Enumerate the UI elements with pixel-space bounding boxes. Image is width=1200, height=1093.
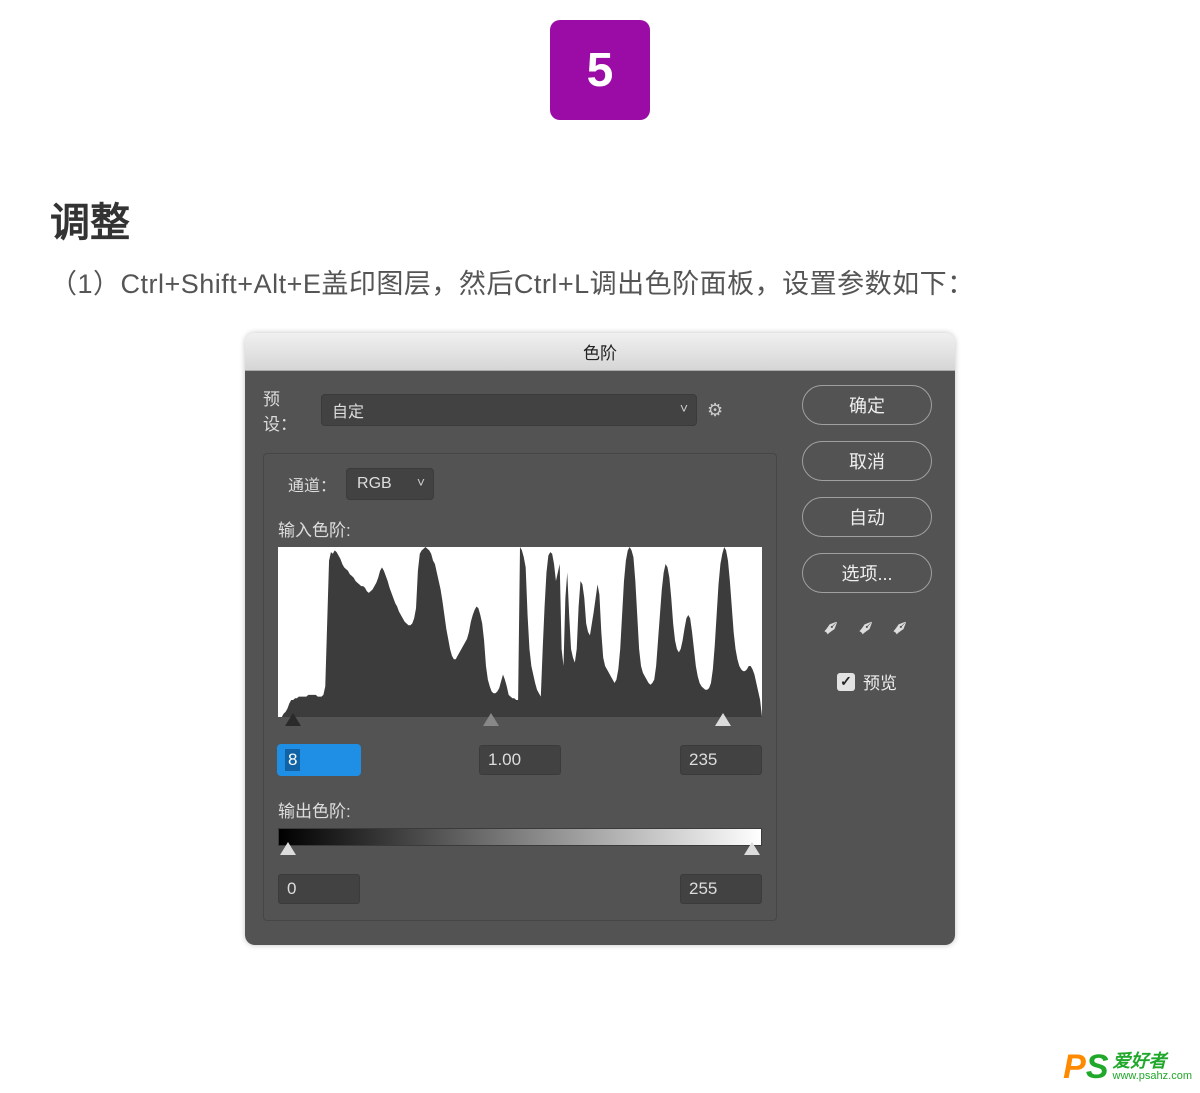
dialog-left-column: 预设： 自定 ⚙ 通道： RGB 输入色阶: xyxy=(263,385,777,921)
output-low-handle[interactable] xyxy=(280,842,296,855)
highlight-input[interactable]: 235 xyxy=(680,745,762,775)
input-levels-label: 输入色阶: xyxy=(278,516,762,541)
output-high-handle[interactable] xyxy=(744,842,760,855)
dialog-title: 色阶 xyxy=(245,333,955,371)
preview-label: 预览 xyxy=(863,669,897,694)
channel-select[interactable]: RGB xyxy=(346,468,434,500)
output-low-input[interactable]: 0 xyxy=(278,874,360,904)
levels-fieldset: 通道： RGB 输入色阶: 8 1.00 235 xyxy=(263,453,777,921)
options-button[interactable]: 选项... xyxy=(802,553,932,593)
ok-button[interactable]: 确定 xyxy=(802,385,932,425)
preset-row: 预设： 自定 ⚙ xyxy=(263,385,777,435)
output-values-row: 0 255 xyxy=(278,874,762,904)
preset-value: 自定 xyxy=(332,398,364,422)
input-slider-track[interactable] xyxy=(278,715,762,731)
gray-point-eyedropper-icon[interactable]: ✒ xyxy=(851,612,882,643)
dialog-right-column: 确定 取消 自动 选项... ✒ ✒ ✒ ✓ 预览 xyxy=(797,385,937,921)
shadow-input[interactable]: 8 xyxy=(278,745,360,775)
histogram-chart xyxy=(278,547,762,717)
midtone-input[interactable]: 1.00 xyxy=(479,745,561,775)
gear-icon[interactable]: ⚙ xyxy=(707,400,723,421)
channel-value: RGB xyxy=(357,475,392,493)
step-number-badge: 5 xyxy=(550,20,650,120)
channel-row: 通道： RGB xyxy=(278,468,762,500)
midtone-slider-handle[interactable] xyxy=(483,713,499,726)
preview-row[interactable]: ✓ 预览 xyxy=(837,669,897,694)
white-point-eyedropper-icon[interactable]: ✒ xyxy=(886,612,917,643)
output-slider-track[interactable] xyxy=(278,844,762,860)
levels-dialog: 色阶 预设： 自定 ⚙ 通道： RGB 输入色阶: xyxy=(245,333,955,945)
highlight-slider-handle[interactable] xyxy=(715,713,731,726)
watermark-logo: PS xyxy=(1063,1048,1108,1087)
preview-checkbox[interactable]: ✓ xyxy=(837,673,855,691)
histogram-svg xyxy=(278,547,762,717)
output-high-input[interactable]: 255 xyxy=(680,874,762,904)
preset-select[interactable]: 自定 xyxy=(321,394,697,426)
black-point-eyedropper-icon[interactable]: ✒ xyxy=(817,612,848,643)
channel-label: 通道： xyxy=(288,472,336,496)
step-number: 5 xyxy=(587,43,614,98)
watermark: PS 爱好者 www.psahz.com xyxy=(1063,1048,1192,1087)
cancel-button[interactable]: 取消 xyxy=(802,441,932,481)
shadow-slider-handle[interactable] xyxy=(285,713,301,726)
preset-label: 预设： xyxy=(263,385,311,435)
dialog-body: 预设： 自定 ⚙ 通道： RGB 输入色阶: xyxy=(245,371,955,945)
output-levels-label: 输出色阶: xyxy=(278,797,762,822)
instruction-text: （1）Ctrl+Shift+Alt+E盖印图层，然后Ctrl+L调出色阶面板，设… xyxy=(50,262,1200,301)
watermark-cn: 爱好者 xyxy=(1113,1052,1192,1071)
input-values-row: 8 1.00 235 xyxy=(278,745,762,775)
section-heading: 调整 xyxy=(50,190,1200,248)
eyedropper-row: ✒ ✒ ✒ xyxy=(823,615,910,641)
auto-button[interactable]: 自动 xyxy=(802,497,932,537)
